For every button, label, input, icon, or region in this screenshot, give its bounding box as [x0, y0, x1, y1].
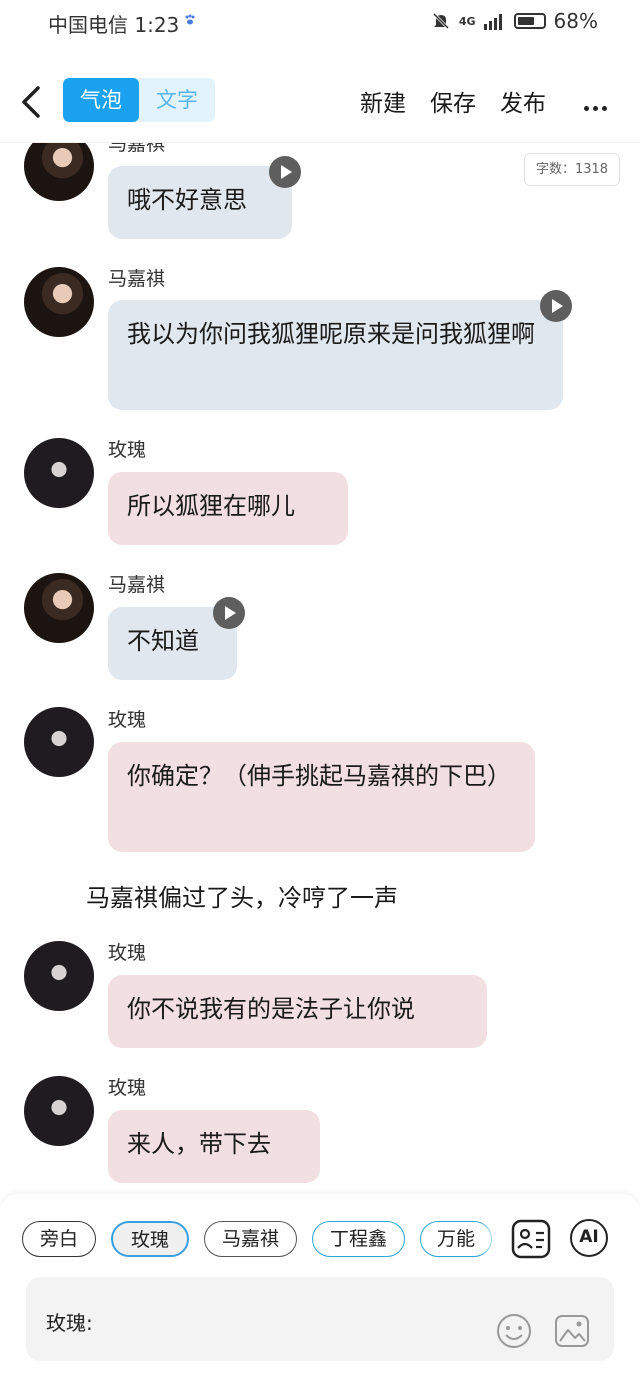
narration-text[interactable]: 马嘉祺偏过了头，冷哼了一声 [86, 878, 398, 913]
sender-name: 玫瑰 [108, 942, 147, 964]
message-bubble[interactable]: 哦不好意思 [108, 166, 292, 239]
sender-name: 玫瑰 [108, 439, 147, 461]
avatar[interactable] [24, 573, 94, 643]
sender-name: 玫瑰 [108, 1077, 147, 1099]
mute-bell-icon [432, 12, 449, 30]
network-label: 4G [458, 14, 476, 28]
play-icon[interactable] [269, 156, 301, 188]
avatar[interactable] [24, 267, 94, 337]
carrier-time: 中国电信 1:23 [48, 13, 180, 37]
sender-name: 马嘉祺 [108, 574, 166, 596]
message-input[interactable]: 玫瑰: [26, 1277, 614, 1361]
status-bar: 中国电信 1:23 4G 68% [0, 0, 640, 44]
mode-toggle: 气泡 文字 [63, 78, 215, 122]
image-icon[interactable] [554, 1313, 590, 1349]
message-bubble[interactable]: 来人，带下去 [108, 1110, 320, 1183]
publish-button[interactable]: 发布 [500, 84, 546, 118]
status-right: 4G 68% [431, 9, 598, 33]
save-button[interactable]: 保存 [430, 84, 476, 118]
avatar[interactable] [24, 941, 94, 1011]
back-icon[interactable] [18, 82, 48, 122]
play-icon[interactable] [213, 597, 245, 629]
avatar[interactable] [24, 438, 94, 508]
bottom-panel: 旁白 玫瑰 马嘉祺 丁程鑫 万能 AI 玫瑰: [0, 1194, 640, 1387]
avatar[interactable] [24, 707, 94, 777]
play-icon[interactable] [540, 290, 572, 322]
role-chip-meigui[interactable]: 玫瑰 [111, 1221, 189, 1257]
role-chip-majiaqi[interactable]: 马嘉祺 [204, 1221, 297, 1257]
role-chip-dingchengxin[interactable]: 丁程鑫 [312, 1221, 405, 1257]
battery-icon [513, 13, 546, 29]
sender-name: 马嘉祺 [108, 268, 166, 290]
new-button[interactable]: 新建 [360, 84, 406, 118]
mode-bubble-tab[interactable]: 气泡 [63, 78, 139, 122]
paw-icon [185, 14, 195, 25]
mode-text-tab[interactable]: 文字 [139, 78, 215, 122]
message-bubble[interactable]: 你不说我有的是法子让你说 [108, 975, 487, 1048]
sender-name: 马嘉祺 [108, 143, 166, 155]
contacts-icon[interactable] [510, 1218, 552, 1260]
emoji-icon[interactable] [496, 1313, 532, 1349]
header-actions: 新建 保存 发布 [360, 84, 546, 118]
avatar[interactable] [24, 1076, 94, 1146]
signal-icon [483, 14, 502, 30]
message-bubble[interactable]: 我以为你问我狐狸呢原来是问我狐狸啊 [108, 300, 563, 410]
message-bubble[interactable]: 所以狐狸在哪儿 [108, 472, 348, 545]
message-bubble[interactable]: 你确定？（伸手挑起马嘉祺的下巴） [108, 742, 535, 852]
role-chip-narrator[interactable]: 旁白 [22, 1221, 96, 1257]
avatar[interactable] [24, 143, 94, 201]
chip-fade [480, 1216, 500, 1262]
header: 气泡 文字 新建 保存 发布 [0, 62, 640, 143]
battery-percent: 68% [553, 9, 598, 33]
more-icon[interactable] [584, 96, 614, 111]
sender-name: 玫瑰 [108, 709, 147, 731]
ai-button[interactable]: AI [570, 1219, 608, 1257]
input-role-label: 玫瑰: [46, 1311, 93, 1335]
message-item: 马嘉祺 哦不好意思 [0, 143, 640, 253]
